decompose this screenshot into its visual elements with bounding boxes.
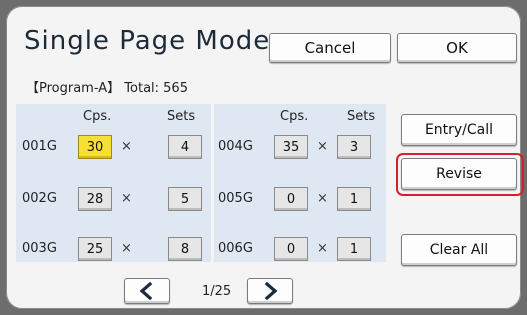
times-symbol: ×	[121, 191, 132, 206]
dialog-frame: Single Page Mode Cancel OK 【Program-A】 T…	[6, 6, 524, 309]
group-label: 002G	[22, 191, 57, 206]
group-label: 001G	[22, 139, 57, 154]
sets-field-003g[interactable]: 8	[168, 237, 202, 261]
sets-field-002g[interactable]: 5	[168, 187, 202, 211]
copies-field-005g[interactable]: 0	[274, 187, 308, 211]
times-symbol: ×	[121, 139, 132, 154]
copies-field-002g[interactable]: 28	[78, 187, 112, 211]
ok-button[interactable]: OK	[397, 33, 517, 63]
group-label: 006G	[218, 241, 253, 256]
next-page-button[interactable]	[247, 278, 293, 304]
clear-all-button[interactable]: Clear All	[401, 234, 517, 266]
copies-header: Cps.	[280, 109, 309, 124]
times-symbol: ×	[317, 191, 328, 206]
group-label: 005G	[218, 191, 253, 206]
sets-field-004g[interactable]: 3	[337, 135, 371, 159]
group-panel-right: Cps. Sets 004G 35 × 3 005G 0 × 1 006G 0 …	[214, 104, 386, 262]
times-symbol: ×	[317, 241, 328, 256]
copies-field-004g[interactable]: 35	[274, 135, 308, 159]
copies-field-003g[interactable]: 25	[78, 237, 112, 261]
sets-header: Sets	[347, 109, 376, 124]
prev-page-button[interactable]	[124, 278, 170, 304]
sets-field-006g[interactable]: 1	[337, 237, 371, 261]
sets-header: Sets	[167, 109, 196, 124]
copies-field-006g[interactable]: 0	[274, 237, 308, 261]
cancel-button[interactable]: Cancel	[269, 33, 391, 63]
group-panel-left: Cps. Sets 001G 30 × 4 002G 28 × 5 003G 2…	[16, 104, 211, 262]
page-indicator: 1/25	[202, 284, 232, 299]
revise-button[interactable]: Revise	[401, 158, 517, 190]
group-label: 003G	[22, 241, 57, 256]
copies-header: Cps.	[83, 109, 112, 124]
program-total-status: 【Program-A】 Total: 565	[26, 81, 188, 96]
sets-field-005g[interactable]: 1	[337, 187, 371, 211]
page-title: Single Page Mode	[24, 26, 271, 56]
times-symbol: ×	[121, 241, 132, 256]
times-symbol: ×	[317, 139, 328, 154]
copies-field-001g[interactable]: 30	[78, 135, 112, 159]
chevron-right-icon	[264, 282, 278, 300]
sets-field-001g[interactable]: 4	[168, 135, 202, 159]
entry-call-button[interactable]: Entry/Call	[401, 114, 517, 146]
group-label: 004G	[218, 139, 253, 154]
chevron-left-icon	[139, 282, 153, 300]
